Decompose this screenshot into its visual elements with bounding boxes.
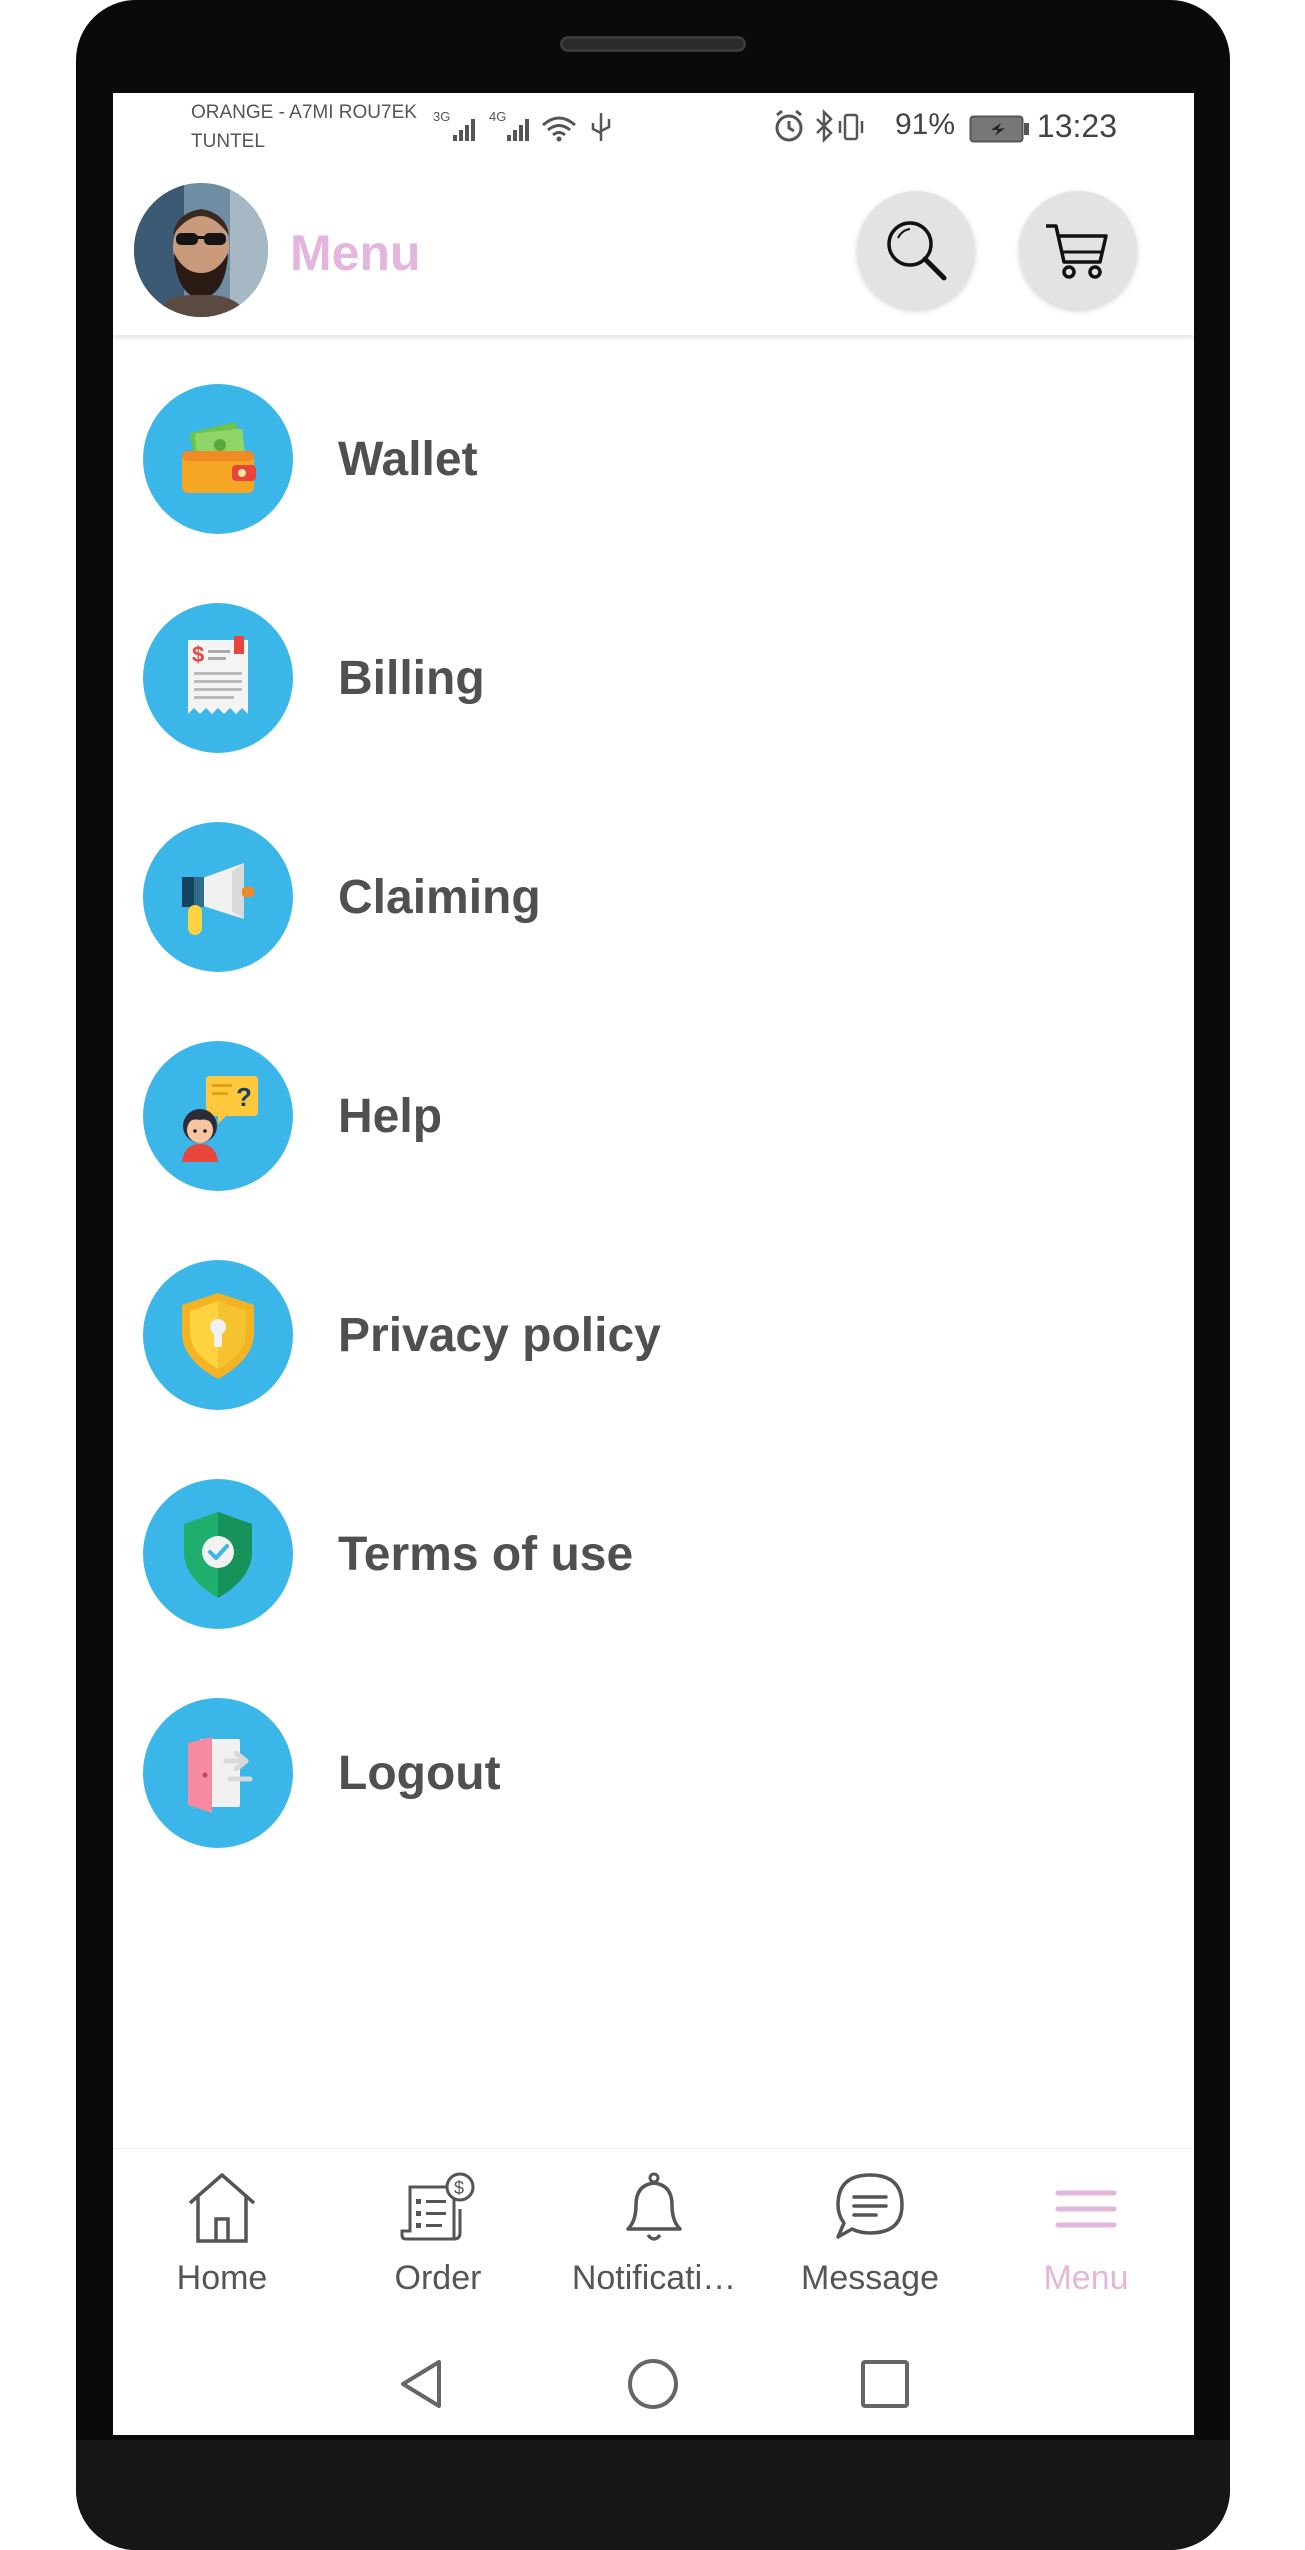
- signal-icon-1: [453, 119, 475, 141]
- nav-label: Notificati…: [571, 2259, 737, 2297]
- signal-icon-2: [507, 119, 529, 141]
- profile-photo: [134, 183, 268, 317]
- search-icon: [887, 221, 947, 281]
- megaphone-icon: [182, 863, 254, 935]
- carrier-name: ORANGE - A7MI ROU7EK: [191, 102, 417, 123]
- svg-text:?: ?: [236, 1082, 252, 1112]
- menu-item-label: Logout: [338, 1746, 501, 1800]
- menu-item-claiming[interactable]: Claiming: [143, 822, 1163, 972]
- nav-label: Menu: [1043, 2259, 1129, 2297]
- search-button[interactable]: [857, 191, 975, 309]
- menu-item-label: Help: [338, 1089, 443, 1143]
- menu-item-billing[interactable]: $ Billing: [143, 603, 1163, 753]
- menu-icon-circle: [143, 384, 293, 534]
- menu-item-label: Billing: [338, 651, 485, 705]
- nav-home[interactable]: Home: [114, 2149, 330, 2334]
- nav-label: Order: [394, 2259, 482, 2297]
- wifi-icon: [542, 116, 576, 137]
- shield-keyhole-icon: [182, 1293, 254, 1379]
- menu-icon-circle: [143, 1479, 293, 1629]
- menu-item-label: Claiming: [338, 870, 541, 924]
- app-screen: ORANGE - A7MI ROU7EK TUNTEL 3G 4G 91% 13…: [113, 93, 1194, 2435]
- bottom-nav: Home $ Order Notificati… Message Menu: [113, 2148, 1194, 2334]
- menu-item-terms-of-use[interactable]: Terms of use: [143, 1479, 1163, 1629]
- menu-item-help[interactable]: ? Help: [143, 1041, 1163, 1191]
- menu-icon-circle: [143, 822, 293, 972]
- nav-label: Message: [801, 2259, 939, 2297]
- battery-icon: [969, 115, 1029, 143]
- menu-item-label: Privacy policy: [338, 1308, 661, 1362]
- receipt-icon: $: [188, 636, 248, 714]
- phone-frame-bottom: [76, 2440, 1230, 2550]
- nav-notifications[interactable]: Notificati…: [546, 2149, 762, 2334]
- usb-icon: [591, 113, 611, 141]
- menu-icon-circle: [143, 1260, 293, 1410]
- order-list-icon: $: [400, 2172, 475, 2241]
- cart-button[interactable]: [1019, 191, 1137, 309]
- nav-menu[interactable]: Menu: [978, 2149, 1194, 2334]
- battery-percent: 91%: [895, 108, 956, 141]
- cart-icon: [1046, 224, 1108, 279]
- menu-icon-circle: ?: [143, 1041, 293, 1191]
- bell-icon: [626, 2172, 682, 2241]
- home-icon: [188, 2173, 256, 2243]
- status-clock: 13:23: [1036, 108, 1117, 144]
- system-nav-bar: [113, 2333, 1194, 2435]
- nav-label: Home: [176, 2259, 268, 2297]
- wallet-icon: [182, 422, 256, 493]
- svg-text:$: $: [192, 642, 204, 667]
- page-title: Menu: [290, 225, 421, 281]
- avatar[interactable]: [134, 183, 268, 317]
- network-type-4g: 4G: [489, 109, 506, 124]
- nav-order[interactable]: $ Order: [330, 2149, 546, 2334]
- menu-item-wallet[interactable]: Wallet: [143, 384, 1163, 534]
- nav-message[interactable]: Message: [762, 2149, 978, 2334]
- menu-icon-circle: [143, 1698, 293, 1848]
- network-type-3g: 3G: [433, 109, 450, 124]
- help-chat-icon: ?: [182, 1076, 258, 1162]
- door-exit-icon: [188, 1737, 253, 1813]
- menu-item-label: Terms of use: [338, 1527, 634, 1581]
- shield-check-icon: [184, 1512, 252, 1598]
- menu-item-logout[interactable]: Logout: [143, 1698, 1163, 1848]
- alarm-icon: [775, 109, 803, 142]
- alarm-bluetooth-vibrate-icons: [775, 109, 864, 144]
- menu-item-label: Wallet: [338, 432, 478, 486]
- svg-text:$: $: [454, 2178, 464, 2198]
- menu-icon-circle: $: [143, 603, 293, 753]
- menu-item-privacy-policy[interactable]: Privacy policy: [143, 1260, 1163, 1410]
- message-icon: [836, 2173, 904, 2239]
- carrier-name-secondary: TUNTEL: [191, 131, 265, 152]
- phone-speaker: [560, 36, 746, 52]
- vibrate-icon: [838, 113, 864, 141]
- signal-wifi-usb-icons: 3G 4G: [433, 109, 611, 142]
- back-icon[interactable]: [395, 2357, 449, 2411]
- bluetooth-icon: [816, 109, 833, 144]
- hamburger-icon: [1055, 2190, 1117, 2228]
- recents-square-icon[interactable]: [858, 2357, 912, 2411]
- home-circle-icon[interactable]: [626, 2357, 680, 2411]
